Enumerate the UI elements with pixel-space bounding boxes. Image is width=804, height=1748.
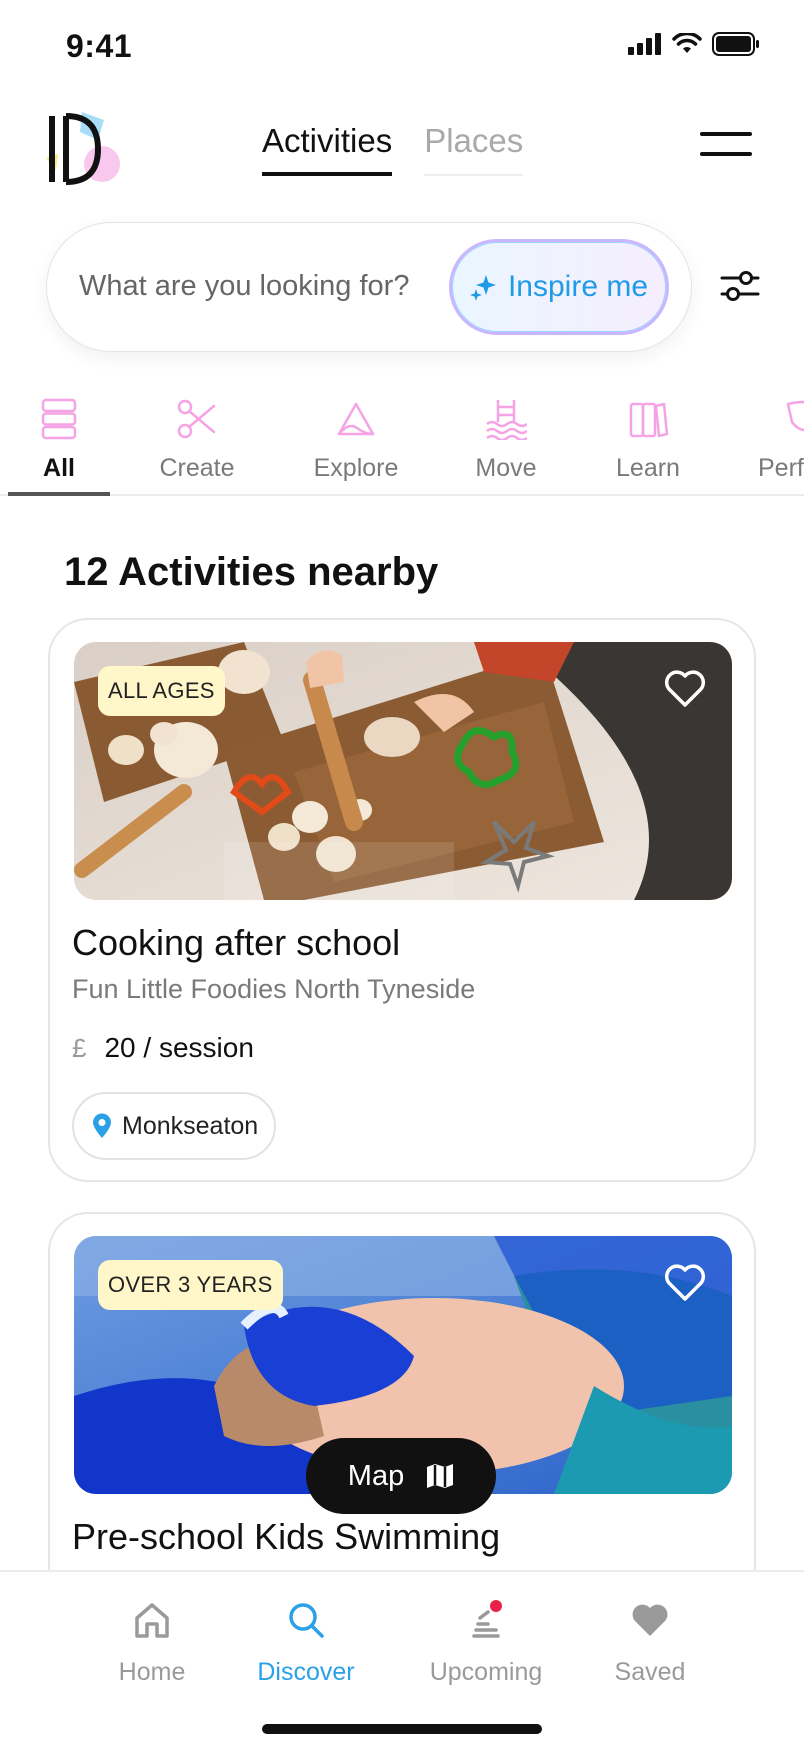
- nav-label: Upcoming: [429, 1658, 543, 1686]
- nav-label: Home: [118, 1658, 186, 1686]
- nav-saved[interactable]: Saved: [570, 1600, 730, 1687]
- menu-button[interactable]: [700, 132, 752, 158]
- activity-title[interactable]: Pre-school Kids Swimming: [72, 1516, 500, 1558]
- status-bar: 9:41: [0, 0, 804, 92]
- category-label: Perf: [758, 454, 804, 482]
- search-icon: [289, 1603, 324, 1638]
- map-button[interactable]: Map: [306, 1438, 496, 1514]
- category-explore[interactable]: Explore: [300, 390, 412, 496]
- battery-icon: [712, 32, 759, 56]
- menu-icon-line: [700, 152, 752, 156]
- mountain-icon: [337, 402, 375, 436]
- wifi-icon: [672, 33, 702, 53]
- category-create[interactable]: Create: [142, 390, 252, 496]
- filter-icon[interactable]: [720, 268, 760, 304]
- sparkle-icon: [469, 275, 496, 301]
- age-badge: ALL AGES: [98, 666, 225, 716]
- location-pin-icon: [93, 1113, 111, 1138]
- category-all[interactable]: All: [8, 390, 110, 496]
- upcoming-icon: [472, 1600, 502, 1638]
- location-label: Monkseaton: [122, 1111, 259, 1140]
- results-heading: 12 Activities nearby: [64, 550, 439, 594]
- nav-label: Saved: [614, 1658, 686, 1686]
- location-tag[interactable]: Monkseaton: [72, 1092, 277, 1160]
- status-time: 9:41: [66, 28, 133, 64]
- activity-card[interactable]: ALL AGES Cooking after school Fun Little…: [48, 618, 756, 1182]
- activity-provider: Fun Little Foodies North Tyneside: [72, 974, 476, 1004]
- home-indicator: [262, 1724, 542, 1734]
- inspire-me-label: Inspire me: [507, 270, 649, 303]
- activity-image: ALL AGES: [74, 642, 732, 900]
- nav-discover[interactable]: Discover: [226, 1600, 386, 1687]
- nav-home[interactable]: Home: [72, 1600, 232, 1687]
- inspire-me-button[interactable]: Inspire me: [449, 239, 669, 335]
- home-icon: [135, 1603, 169, 1638]
- status-icons: [628, 32, 760, 56]
- category-label: Learn: [616, 454, 680, 482]
- signal-icon: [628, 33, 661, 55]
- heart-icon[interactable]: [664, 670, 706, 708]
- age-badge: OVER 3 YEARS: [98, 1260, 283, 1310]
- stack-icon: [41, 398, 77, 440]
- menu-icon-line: [700, 132, 752, 136]
- heart-icon[interactable]: [664, 1264, 706, 1302]
- category-label: Create: [159, 454, 235, 482]
- heart-icon: [632, 1604, 668, 1636]
- header: Activities Places: [0, 92, 804, 202]
- category-perform[interactable]: Perf: [752, 390, 804, 496]
- category-learn[interactable]: Learn: [600, 390, 696, 496]
- app-logo[interactable]: [42, 106, 122, 192]
- tab-activities[interactable]: Activities: [262, 122, 393, 176]
- bottom-navigation: Home Discover Upcoming Saved: [0, 1570, 804, 1748]
- category-label: Move: [475, 454, 537, 482]
- category-label: All: [43, 454, 75, 482]
- masks-icon: [786, 400, 804, 432]
- map-button-label: Map: [347, 1459, 405, 1492]
- search-input[interactable]: [79, 261, 409, 311]
- map-icon: [427, 1464, 454, 1488]
- activity-price: £ 20 / session: [72, 1032, 254, 1064]
- category-move[interactable]: Move: [458, 390, 554, 496]
- swimming-icon: [486, 400, 527, 440]
- view-tabs: Activities Places: [262, 122, 524, 176]
- books-icon: [629, 402, 669, 438]
- activity-title[interactable]: Cooking after school: [72, 922, 400, 964]
- category-bar: All Create Explore Move Learn Perf: [0, 390, 804, 496]
- nav-upcoming[interactable]: Upcoming: [406, 1600, 566, 1687]
- nav-label: Discover: [257, 1658, 355, 1686]
- category-label: Explore: [313, 454, 399, 482]
- scissors-icon: [177, 399, 216, 439]
- tab-places[interactable]: Places: [424, 122, 524, 176]
- search-bar: Inspire me: [46, 222, 692, 352]
- currency-icon: £: [72, 1032, 87, 1063]
- price-text: 20 / session: [104, 1032, 254, 1063]
